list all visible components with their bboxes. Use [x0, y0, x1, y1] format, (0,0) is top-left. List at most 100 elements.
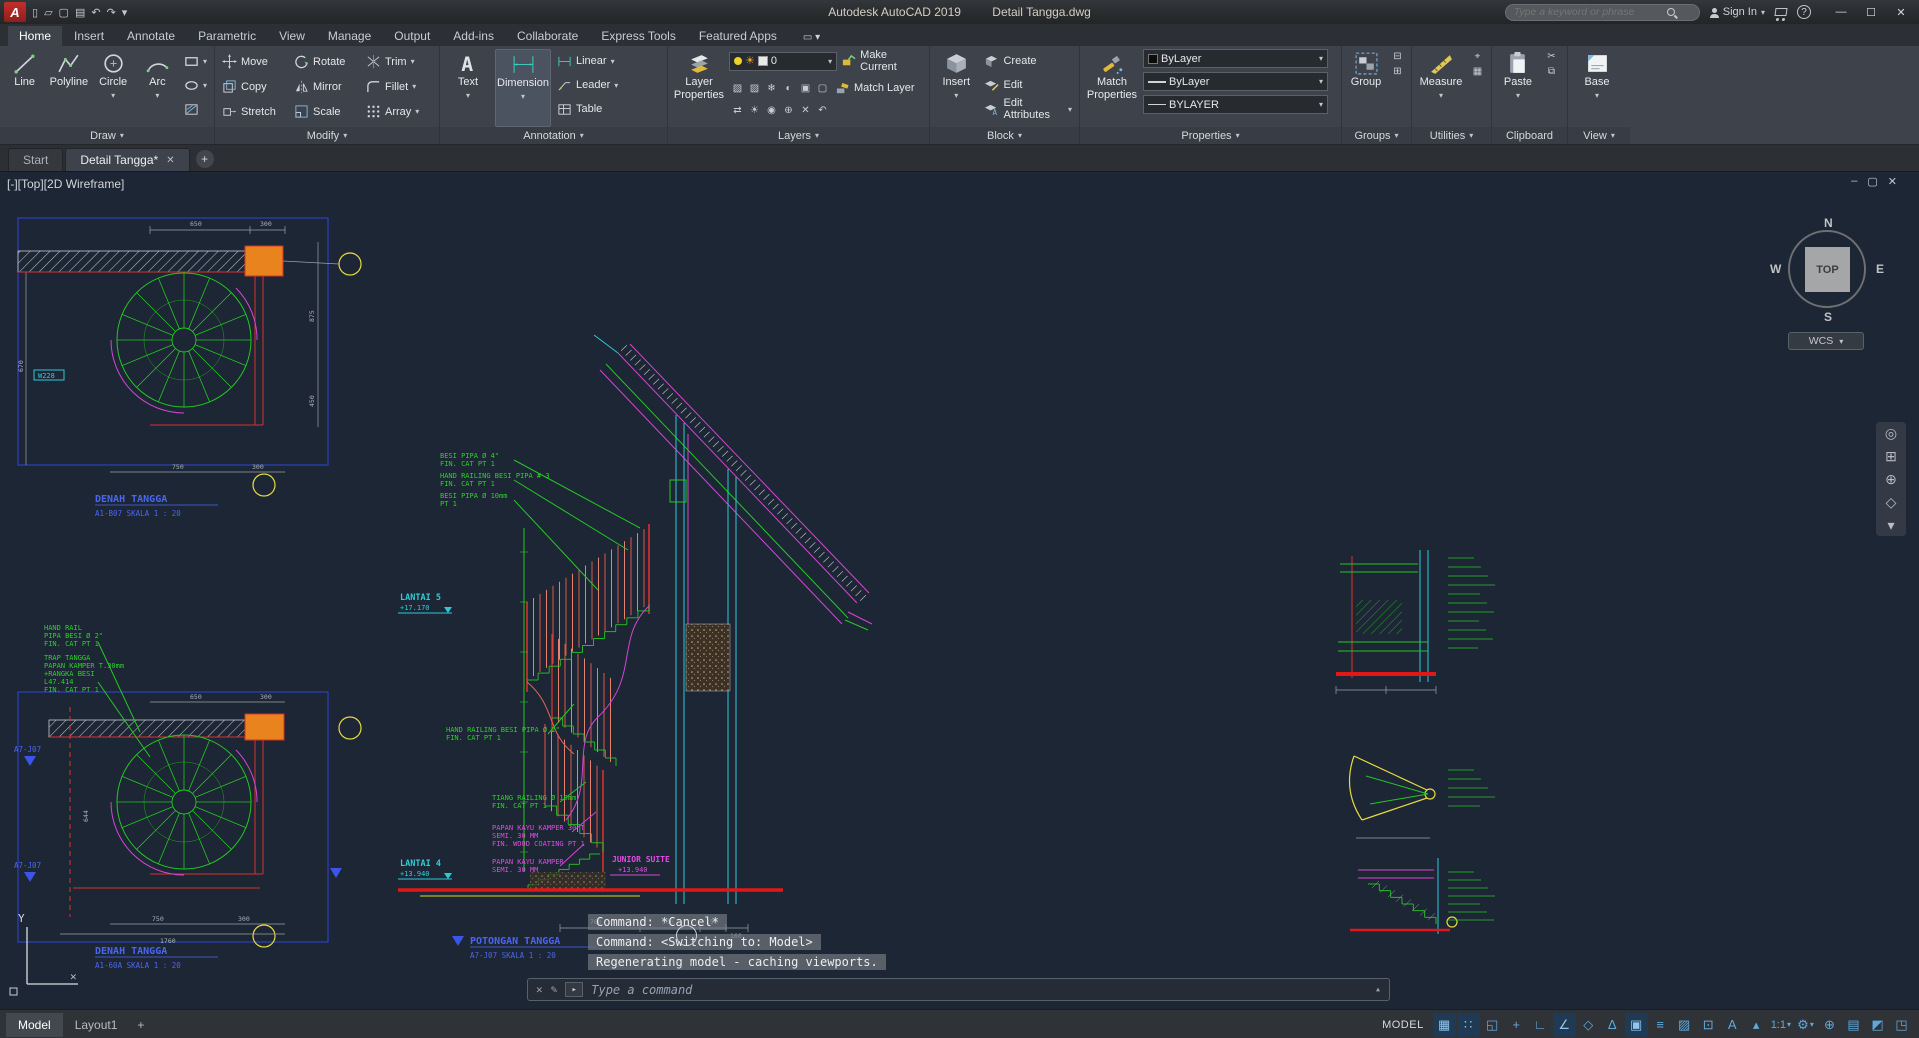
layer-color-chip[interactable] — [758, 56, 768, 66]
layer-walk-icon[interactable]: ⇄ — [729, 103, 746, 118]
viewcube[interactable]: TOP N S W E — [1778, 220, 1878, 320]
layer-unisolate-icon[interactable]: ▨ — [746, 81, 763, 96]
array-button[interactable]: Array ▾ — [363, 100, 435, 124]
command-customize-icon[interactable]: ✎ — [551, 983, 558, 996]
undo-icon[interactable]: ↶ — [91, 6, 100, 19]
move-button[interactable]: Move — [219, 50, 291, 74]
compass-north-label[interactable]: N — [1824, 216, 1833, 230]
search-input[interactable] — [1512, 5, 1662, 19]
selection-cycling-toggle[interactable]: ⊡ — [1697, 1013, 1720, 1037]
panel-label-utilities[interactable]: Utilities▾ — [1412, 127, 1491, 144]
file-tab-document[interactable]: Detail Tangga* ✕ — [65, 148, 189, 171]
model-space-viewport[interactable]: 650 300 875 450 670 750 300 W228 — [0, 172, 1919, 1009]
measure-button[interactable]: Measure ▾ — [1416, 49, 1466, 127]
layout1-tab[interactable]: Layout1 — [63, 1013, 130, 1037]
dimension-button[interactable]: Dimension ▾ — [495, 49, 551, 127]
tab-home[interactable]: Home — [8, 26, 62, 46]
leader-button[interactable]: Leader ▾ — [554, 73, 662, 97]
orbit-icon[interactable]: ◇ — [1886, 495, 1897, 509]
group-button[interactable]: Group — [1346, 49, 1386, 127]
annotation-scale-button[interactable]: 1:1▾ — [1769, 1013, 1793, 1037]
add-layout-button[interactable]: + — [129, 1013, 152, 1037]
copy-button[interactable]: Copy — [219, 75, 291, 99]
panel-label-annotation[interactable]: Annotation▾ — [440, 127, 667, 144]
compass-south-label[interactable]: S — [1824, 310, 1832, 324]
sign-in-button[interactable]: Sign In ▾ — [1710, 6, 1765, 18]
layer-delete-icon[interactable]: ✕ — [797, 103, 814, 118]
graphics-performance-toggle[interactable]: ◩ — [1866, 1013, 1889, 1037]
polar-tracking-toggle[interactable]: ∠ — [1553, 1013, 1576, 1037]
iso-drafting-toggle[interactable]: ◇ — [1577, 1013, 1600, 1037]
help-icon[interactable]: ? — [1797, 5, 1811, 19]
panel-label-properties[interactable]: Properties▾ — [1080, 127, 1341, 144]
object-snap-tracking-toggle[interactable]: ∆ — [1601, 1013, 1624, 1037]
scale-button[interactable]: Scale — [291, 100, 363, 124]
make-current-button[interactable]: Make Current — [841, 49, 919, 73]
help-search[interactable] — [1505, 4, 1700, 21]
panel-label-draw[interactable]: Draw▾ — [0, 127, 214, 144]
edit-attributes-button[interactable]: A Edit Attributes ▾ — [981, 97, 1075, 121]
drawing-canvas[interactable]: 650 300 875 450 670 750 300 W228 — [0, 172, 1919, 1009]
command-input[interactable]: Type a command — [591, 983, 1367, 997]
layer-dropdown[interactable]: ☀ 0 ▾ — [729, 52, 837, 71]
snap-mode-toggle[interactable]: ∷ — [1457, 1013, 1480, 1037]
search-icon[interactable] — [1667, 8, 1675, 16]
compass-west-label[interactable]: W — [1770, 262, 1781, 276]
base-button[interactable]: Base ▾ — [1572, 49, 1622, 127]
linear-button[interactable]: Linear ▾ — [554, 49, 662, 73]
layer-freeze-tool-icon[interactable]: ❄ — [763, 81, 780, 96]
lineweight-dropdown[interactable]: ByLayer ▾ — [1143, 72, 1328, 91]
id-point-icon[interactable]: ⌖ — [1469, 49, 1486, 64]
new-drawing-button[interactable]: + — [196, 150, 214, 168]
clean-screen-toggle[interactable]: ◳ — [1890, 1013, 1913, 1037]
layer-unlock-icon[interactable]: ▢ — [814, 81, 831, 96]
trim-button[interactable]: Trim ▾ — [363, 50, 435, 74]
tab-express-tools[interactable]: Express Tools — [590, 26, 686, 46]
file-tab-start[interactable]: Start — [8, 148, 63, 171]
maximize-button[interactable]: ☐ — [1857, 2, 1885, 22]
copy-clip-icon[interactable]: ⧉ — [1543, 64, 1560, 79]
model-tab[interactable]: Model — [6, 1013, 63, 1037]
edit-block-button[interactable]: Edit — [981, 73, 1075, 97]
zoom-icon[interactable]: ⊕ — [1885, 472, 1897, 486]
match-properties-button[interactable]: Match Properties — [1084, 49, 1140, 127]
line-button[interactable]: Line — [4, 49, 45, 127]
transparency-toggle[interactable]: ▨ — [1673, 1013, 1696, 1037]
quick-properties-toggle[interactable]: ▤ — [1842, 1013, 1865, 1037]
layer-merge-icon[interactable]: ⊕ — [780, 103, 797, 118]
annotation-monitor-toggle[interactable]: ⊕ — [1818, 1013, 1841, 1037]
command-expand-icon[interactable]: ▴ — [1375, 984, 1381, 995]
dynamic-input-toggle[interactable]: + — [1505, 1013, 1528, 1037]
tab-insert[interactable]: Insert — [63, 26, 115, 46]
full-navigation-wheel-icon[interactable]: ◎ — [1885, 426, 1897, 440]
table-button[interactable]: Table — [554, 97, 662, 121]
tab-output[interactable]: Output — [383, 26, 441, 46]
object-snap-toggle[interactable]: ▣ — [1625, 1013, 1648, 1037]
tab-manage[interactable]: Manage — [317, 26, 382, 46]
layer-on-all-icon[interactable]: ◉ — [763, 103, 780, 118]
panel-label-groups[interactable]: Groups▾ — [1342, 127, 1411, 144]
tab-view[interactable]: View — [268, 26, 316, 46]
close-button[interactable]: ✕ — [1887, 2, 1915, 22]
linetype-dropdown[interactable]: BYLAYER ▾ — [1143, 95, 1328, 114]
layer-off-icon[interactable]: ◐ — [780, 81, 797, 96]
plot-icon[interactable]: ▤ — [75, 6, 85, 19]
panel-label-modify[interactable]: Modify▾ — [215, 127, 439, 144]
ungroup-icon[interactable]: ⊟ — [1389, 49, 1406, 64]
group-edit-icon[interactable]: ⊞ — [1389, 64, 1406, 79]
tab-featured-apps[interactable]: Featured Apps — [688, 26, 788, 46]
command-line[interactable]: ✕ ✎ ▸ Type a command ▴ — [527, 978, 1390, 1001]
panel-label-block[interactable]: Block▾ — [930, 127, 1079, 144]
match-layer-button[interactable]: Match Layer — [835, 76, 915, 100]
panel-label-clipboard[interactable]: Clipboard — [1492, 127, 1567, 144]
create-block-button[interactable]: Create — [981, 49, 1075, 73]
arc-button[interactable]: Arc ▾ — [137, 49, 178, 127]
model-space-button[interactable]: MODEL — [1374, 1019, 1432, 1031]
new-file-icon[interactable]: ▯ — [32, 6, 38, 19]
compass-east-label[interactable]: E — [1876, 262, 1884, 276]
rectangle-button[interactable]: ▾ — [181, 49, 210, 73]
ortho-mode-toggle[interactable]: ∟ — [1529, 1013, 1552, 1037]
viewport-controls-label[interactable]: [-][Top][2D Wireframe] — [7, 177, 124, 191]
autoscale-toggle[interactable]: ▴ — [1745, 1013, 1768, 1037]
tab-collaborate[interactable]: Collaborate — [506, 26, 589, 46]
